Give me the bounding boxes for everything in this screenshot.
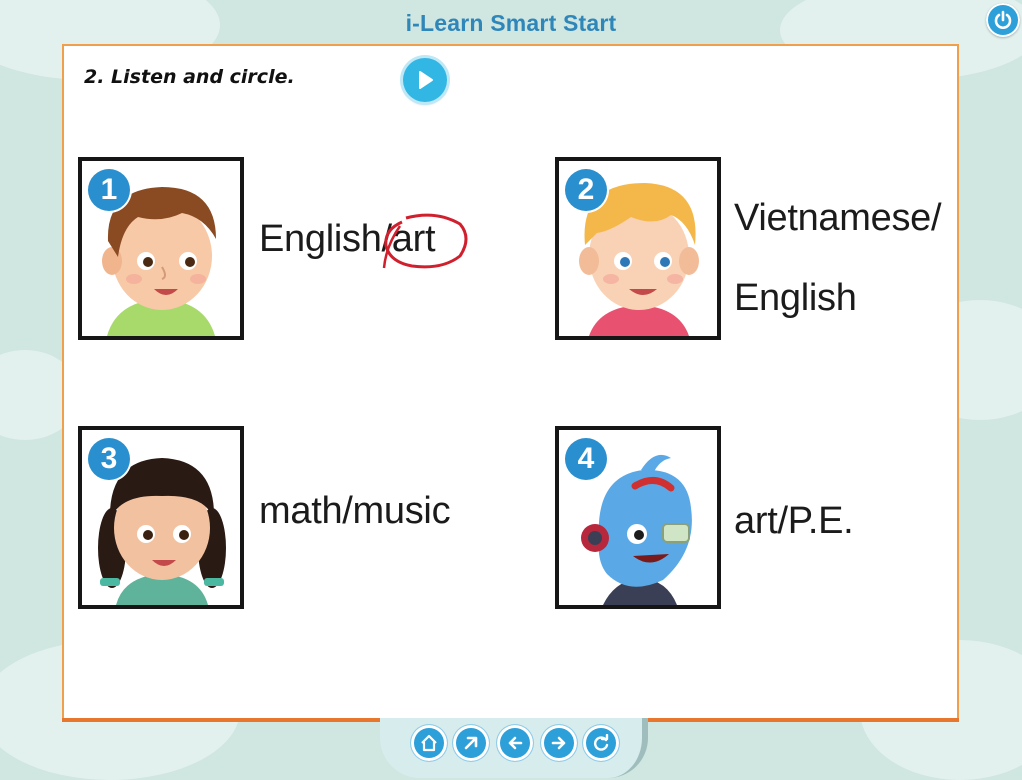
play-icon bbox=[419, 71, 433, 89]
exercise-instruction: 2. Listen and circle. bbox=[84, 66, 295, 88]
portrait-boy-brown-hair: 1 bbox=[78, 157, 244, 340]
next-page-button[interactable] bbox=[541, 725, 577, 761]
power-icon bbox=[994, 10, 1012, 29]
item-number-badge: 2 bbox=[565, 169, 607, 211]
item-1-choices: English/art bbox=[259, 213, 468, 269]
portrait-girl-braids: 3 bbox=[78, 426, 244, 609]
expand-button[interactable] bbox=[453, 725, 489, 761]
choice-art-circled[interactable]: art bbox=[382, 213, 468, 269]
choice-vietnamese[interactable]: Vietnamese/ bbox=[734, 178, 942, 258]
arrow-left-icon bbox=[508, 736, 523, 750]
home-icon bbox=[421, 734, 437, 752]
expand-icon bbox=[464, 736, 478, 750]
portrait-boy-blond-hair: 2 bbox=[555, 157, 721, 340]
home-button[interactable] bbox=[411, 725, 447, 761]
choice-art-pe[interactable]: art/P.E. bbox=[734, 500, 854, 542]
refresh-icon bbox=[594, 734, 609, 751]
item-number-badge: 1 bbox=[88, 169, 130, 211]
item-number-badge: 4 bbox=[565, 438, 607, 480]
choice-english[interactable]: English bbox=[734, 258, 941, 338]
choice-math-music[interactable]: math/music bbox=[259, 490, 451, 532]
item-4-choices: art/P.E. bbox=[734, 500, 854, 543]
arrow-right-icon bbox=[551, 736, 566, 750]
choice-english[interactable]: English/ bbox=[259, 218, 392, 260]
item-2-choices: Vietnamese/ English bbox=[734, 178, 942, 338]
item-3-choices: math/music bbox=[259, 490, 451, 533]
power-button[interactable] bbox=[986, 3, 1020, 37]
portrait-blue-robot: 4 bbox=[555, 426, 721, 609]
item-number-badge: 3 bbox=[88, 438, 130, 480]
refresh-button[interactable] bbox=[583, 725, 619, 761]
choice-art-label: art bbox=[391, 218, 436, 260]
app-title: i-Learn Smart Start bbox=[405, 10, 617, 36]
previous-page-button[interactable] bbox=[497, 725, 533, 761]
audio-play-button[interactable] bbox=[403, 58, 447, 102]
exercise-page: 2. Listen and circle. 1 English/art 2 Vi… bbox=[62, 44, 959, 720]
